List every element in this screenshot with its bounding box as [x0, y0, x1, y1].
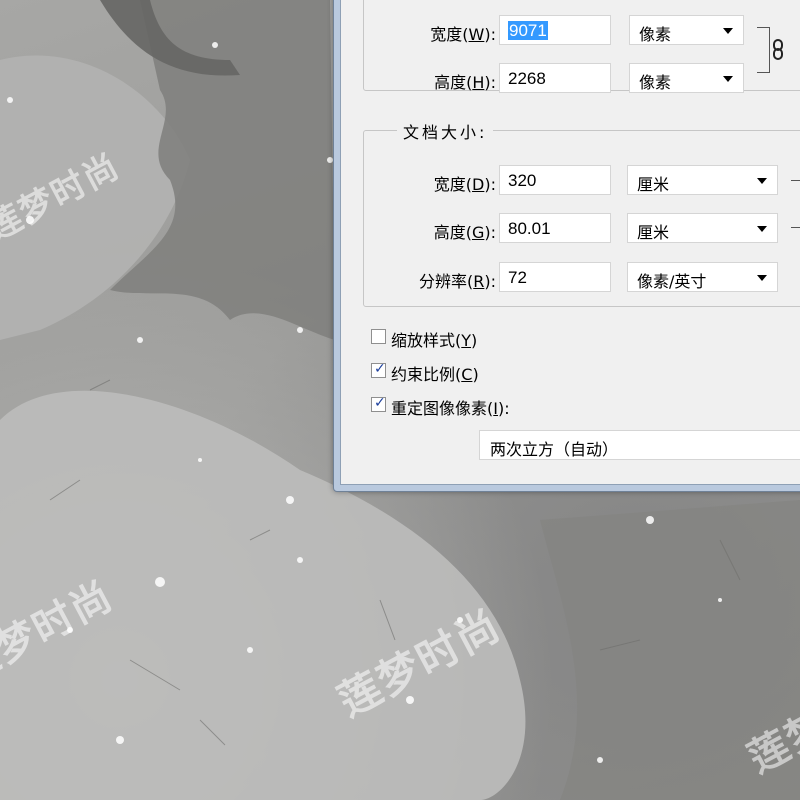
chevron-down-icon: [757, 226, 767, 232]
resolution-label: 分辨率(R):: [418, 272, 496, 291]
doc-height-value: 80.01: [508, 219, 551, 238]
pixel-height-unit-select[interactable]: 像素: [629, 63, 744, 93]
pixel-width-input[interactable]: 9071: [499, 15, 611, 45]
image-size-dialog: 宽度(W): 9071 像素 高度(H): 2268 像素 文档大小: 宽度(D…: [333, 0, 800, 492]
checkmark-icon: ✓: [374, 361, 386, 377]
doc-height-unit-select[interactable]: 厘米: [627, 213, 778, 243]
pixel-height-unit: 像素: [639, 73, 672, 92]
dialog-body: 宽度(W): 9071 像素 高度(H): 2268 像素 文档大小: 宽度(D…: [340, 0, 800, 485]
chevron-down-icon: [757, 275, 767, 281]
scale-styles-label: 缩放样式(Y): [391, 331, 478, 350]
pixel-width-unit-select[interactable]: 像素: [629, 15, 744, 45]
resample-checkbox[interactable]: ✓: [371, 395, 386, 412]
pixel-width-value: 9071: [508, 21, 548, 40]
pixel-height-input[interactable]: 2268: [499, 63, 611, 93]
chain-link-icon[interactable]: [771, 39, 787, 61]
checkmark-icon: ✓: [374, 395, 386, 411]
pixel-width-row: 宽度(W):: [341, 14, 496, 48]
constrain-proportions-checkbox[interactable]: ✓: [371, 361, 386, 378]
resample-label: 重定图像像素(I):: [391, 399, 510, 418]
doc-height-unit: 厘米: [637, 223, 670, 242]
pixel-height-row: 高度(H):: [341, 62, 496, 96]
pixel-width-unit: 像素: [639, 25, 672, 44]
doc-width-label: 宽度(D):: [433, 175, 496, 194]
doc-width-unit-select[interactable]: 厘米: [627, 165, 778, 195]
constrain-proportions-label: 约束比例(C): [391, 365, 479, 384]
doc-height-input[interactable]: 80.01: [499, 213, 611, 243]
resample-method-value: 两次立方（自动）: [490, 440, 619, 459]
resolution-row: 分辨率(R):: [341, 261, 496, 295]
pixel-height-label: 高度(H):: [434, 73, 496, 92]
doc-height-row: 高度(G):: [341, 212, 496, 246]
chevron-down-icon: [723, 28, 733, 34]
pixel-height-value: 2268: [508, 69, 546, 88]
doc-height-label: 高度(G):: [433, 223, 496, 242]
doc-width-row: 宽度(D):: [341, 164, 496, 198]
resolution-unit: 像素/英寸: [637, 272, 707, 291]
doc-width-unit: 厘米: [637, 175, 670, 194]
resolution-input[interactable]: 72: [499, 262, 611, 292]
doc-width-input[interactable]: 320: [499, 165, 611, 195]
scale-styles-checkbox[interactable]: [371, 329, 386, 344]
resample-method-select[interactable]: 两次立方（自动）: [479, 430, 800, 460]
chevron-down-icon: [723, 76, 733, 82]
doc-width-value: 320: [508, 171, 537, 190]
doc-link-bracket: [791, 180, 800, 228]
resolution-value: 72: [508, 268, 527, 287]
pixel-width-label: 宽度(W):: [430, 25, 496, 44]
pixel-link-bracket: [757, 27, 770, 73]
chevron-down-icon: [757, 178, 767, 184]
document-size-title: 文档大小:: [397, 119, 494, 143]
resolution-unit-select[interactable]: 像素/英寸: [627, 262, 778, 292]
